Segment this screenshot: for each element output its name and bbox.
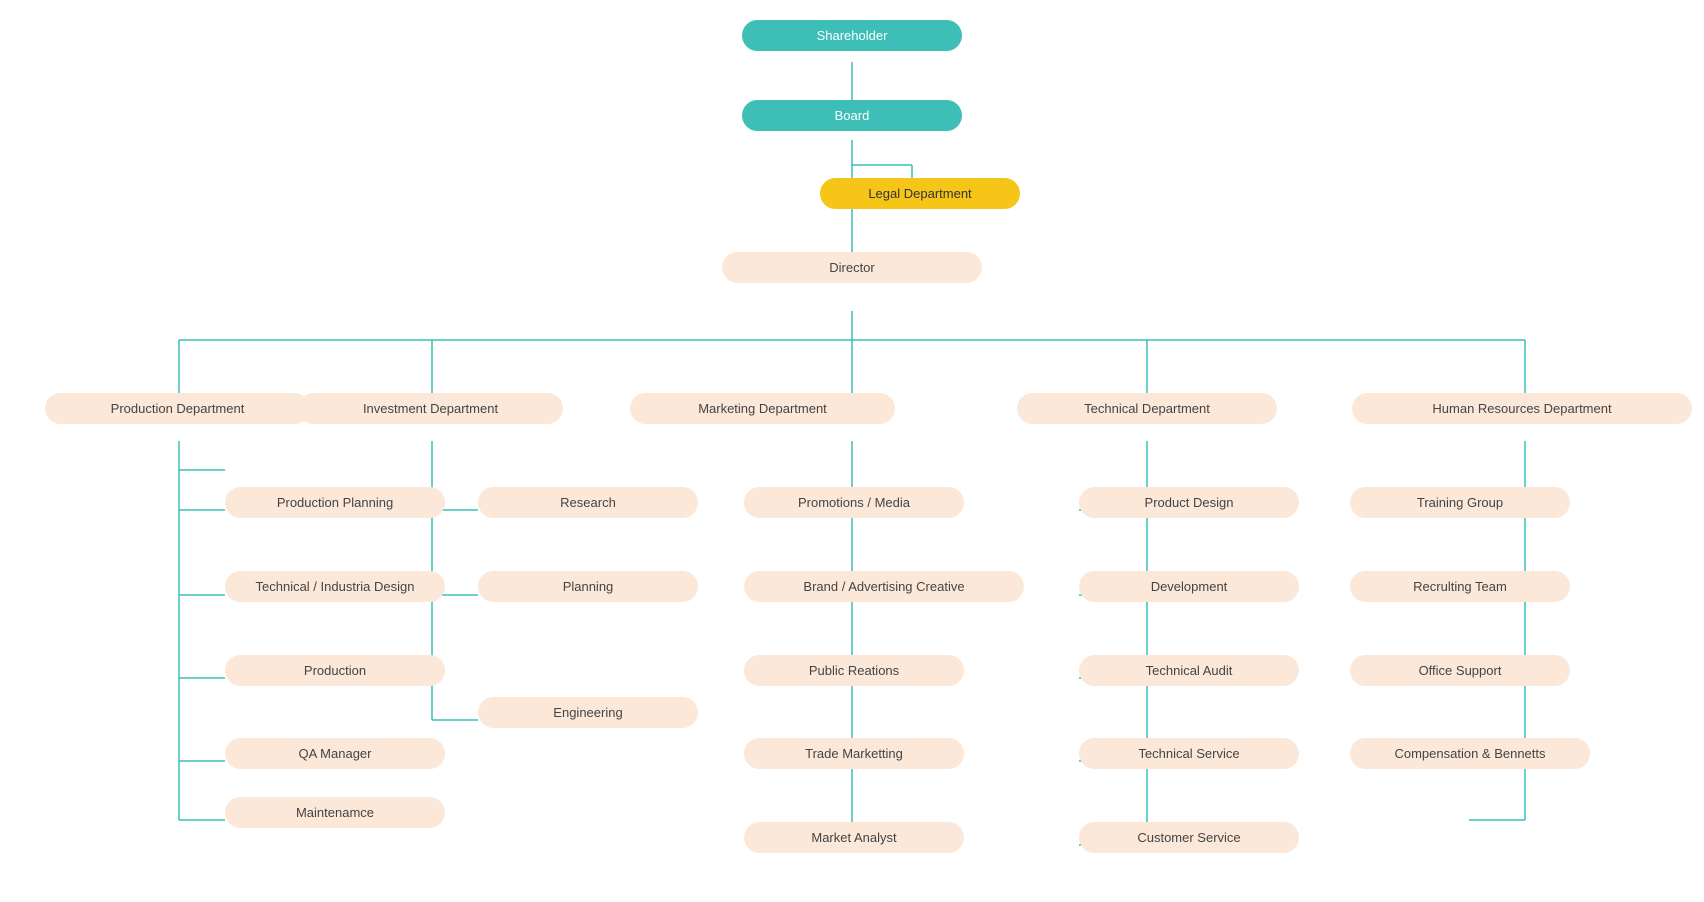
prod-planning-node: Production Planning: [225, 487, 445, 518]
hr-dept-node: Human Resources Department: [1352, 393, 1692, 424]
tech-dept-node: Technical Department: [1017, 393, 1277, 424]
tech-service-node: Technical Service: [1079, 738, 1299, 769]
development-node: Development: [1079, 571, 1299, 602]
legal-node: Legal Department: [820, 178, 1020, 209]
production-node: Production: [225, 655, 445, 686]
invest-dept-node: Investment Department: [298, 393, 563, 424]
prod-dept-node: Production Department: [45, 393, 310, 424]
planning-node: Planning: [478, 571, 698, 602]
brand-adv-node: Brand / Advertising Creative: [744, 571, 1024, 602]
director-node: Director: [722, 252, 982, 283]
org-chart: Shareholder Board Legal Department Direc…: [0, 0, 1704, 902]
shareholder-node: Shareholder: [742, 20, 962, 51]
recruiting-team-node: Recrulting Team: [1350, 571, 1570, 602]
product-design-node: Product Design: [1079, 487, 1299, 518]
engineering-node: Engineering: [478, 697, 698, 728]
qa-manager-node: QA Manager: [225, 738, 445, 769]
training-group-node: Training Group: [1350, 487, 1570, 518]
market-analyst-node: Market Analyst: [744, 822, 964, 853]
maintenance-node: Maintenamce: [225, 797, 445, 828]
promotions-media-node: Promotions / Media: [744, 487, 964, 518]
trade-marketing-node: Trade Marketting: [744, 738, 964, 769]
research-node: Research: [478, 487, 698, 518]
tech-audit-node: Technical Audit: [1079, 655, 1299, 686]
compensation-node: Compensation & Bennetts: [1350, 738, 1590, 769]
board-node: Board: [742, 100, 962, 131]
public-relations-node: Public Reations: [744, 655, 964, 686]
tech-ind-design-node: Technical / Industria Design: [225, 571, 445, 602]
mkt-dept-node: Marketing Department: [630, 393, 895, 424]
office-support-node: Office Support: [1350, 655, 1570, 686]
customer-service-node: Customer Service: [1079, 822, 1299, 853]
